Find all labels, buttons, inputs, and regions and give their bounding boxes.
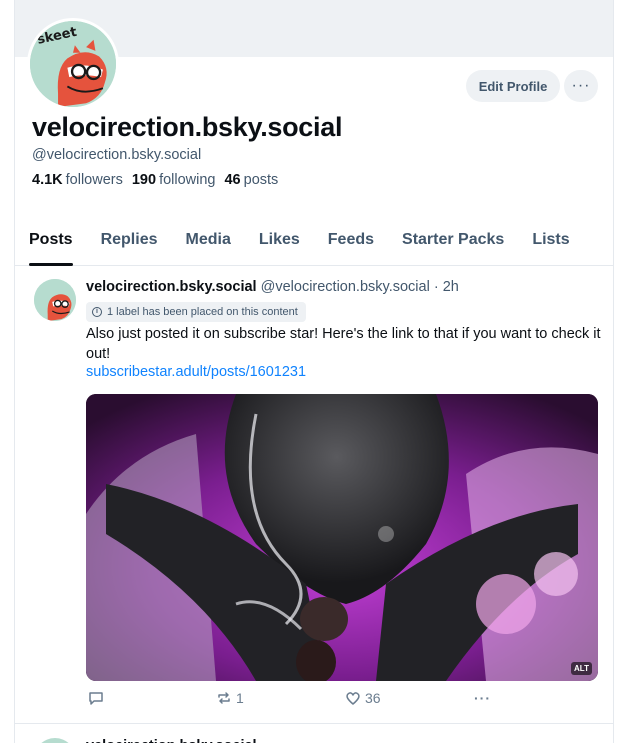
post-actions: 1 36 ··· — [86, 690, 526, 712]
next-feed-post[interactable]: velocirection.bsky.social — [15, 726, 613, 743]
following-label: following — [159, 172, 216, 188]
post-timestamp[interactable]: 2h — [443, 279, 459, 295]
posts-stat: 46 posts — [224, 172, 278, 188]
edit-profile-button[interactable]: Edit Profile — [466, 70, 560, 102]
post-author-avatar[interactable] — [34, 279, 76, 321]
like-count: 36 — [365, 690, 381, 706]
following-link[interactable]: 190 following — [132, 172, 216, 188]
following-count: 190 — [131, 172, 157, 188]
tab-starter-packs[interactable]: Starter Packs — [402, 222, 504, 266]
feed-post[interactable]: velocirection.bsky.social @velocirection… — [15, 266, 613, 724]
next-post-author-name[interactable]: velocirection.bsky.social — [86, 738, 257, 743]
more-icon: ··· — [571, 77, 591, 94]
profile-display-name: velocirection.bsky.social — [32, 112, 343, 142]
repost-button[interactable]: 1 — [216, 690, 244, 706]
tab-lists[interactable]: Lists — [532, 222, 569, 266]
like-button[interactable]: 36 — [345, 690, 381, 706]
avatar-illustration: skeet — [30, 21, 116, 107]
more-icon: ··· — [474, 690, 491, 706]
post-author-handle[interactable]: @velocirection.bsky.social — [261, 279, 430, 295]
profile-avatar[interactable]: skeet — [27, 18, 119, 110]
post-more-button[interactable]: ··· — [474, 690, 491, 706]
followers-count: 4.1K — [32, 172, 63, 188]
tab-likes[interactable]: Likes — [259, 222, 300, 266]
followers-link[interactable]: 4.1K followers — [32, 172, 123, 188]
avatar-illustration — [34, 279, 76, 321]
content-label-notice[interactable]: i 1 label has been placed on this conten… — [86, 302, 306, 322]
followers-label: followers — [65, 172, 123, 188]
label-notice-text: 1 label has been placed on this content — [107, 306, 298, 318]
reply-button[interactable] — [88, 690, 108, 706]
alt-text-badge[interactable]: ALT — [571, 662, 592, 675]
post-separator: · — [433, 279, 439, 295]
post-text: Also just posted it on subscribe star! H… — [86, 326, 601, 362]
tab-feeds[interactable]: Feeds — [328, 222, 374, 266]
tab-media[interactable]: Media — [186, 222, 231, 266]
next-post-avatar[interactable] — [34, 738, 76, 743]
profile-stats: 4.1K followers 190 following 46 posts — [32, 172, 278, 188]
tab-replies[interactable]: Replies — [101, 222, 158, 266]
posts-label: posts — [243, 172, 279, 188]
info-icon: i — [92, 307, 102, 317]
repost-count: 1 — [236, 690, 244, 706]
post-image-render — [86, 394, 598, 681]
posts-count: 46 — [224, 172, 241, 188]
next-post-header: velocirection.bsky.social — [86, 738, 257, 743]
repost-icon — [218, 692, 230, 704]
profile-tabs: Posts Replies Media Likes Feeds Starter … — [15, 222, 613, 266]
post-header: velocirection.bsky.social @velocirection… — [86, 279, 459, 295]
tab-posts[interactable]: Posts — [29, 222, 73, 266]
reply-icon — [89, 692, 103, 705]
post-author-name[interactable]: velocirection.bsky.social — [86, 279, 257, 295]
heart-icon — [346, 692, 360, 705]
post-image[interactable]: ALT — [86, 394, 598, 681]
profile-handle: @velocirection.bsky.social — [32, 147, 202, 163]
profile-page: skeet Edit Profile ··· velocirection.bsk… — [14, 0, 614, 743]
post-link[interactable]: subscribestar.adult/posts/1601231 — [86, 364, 306, 380]
profile-more-button[interactable]: ··· — [564, 70, 598, 102]
